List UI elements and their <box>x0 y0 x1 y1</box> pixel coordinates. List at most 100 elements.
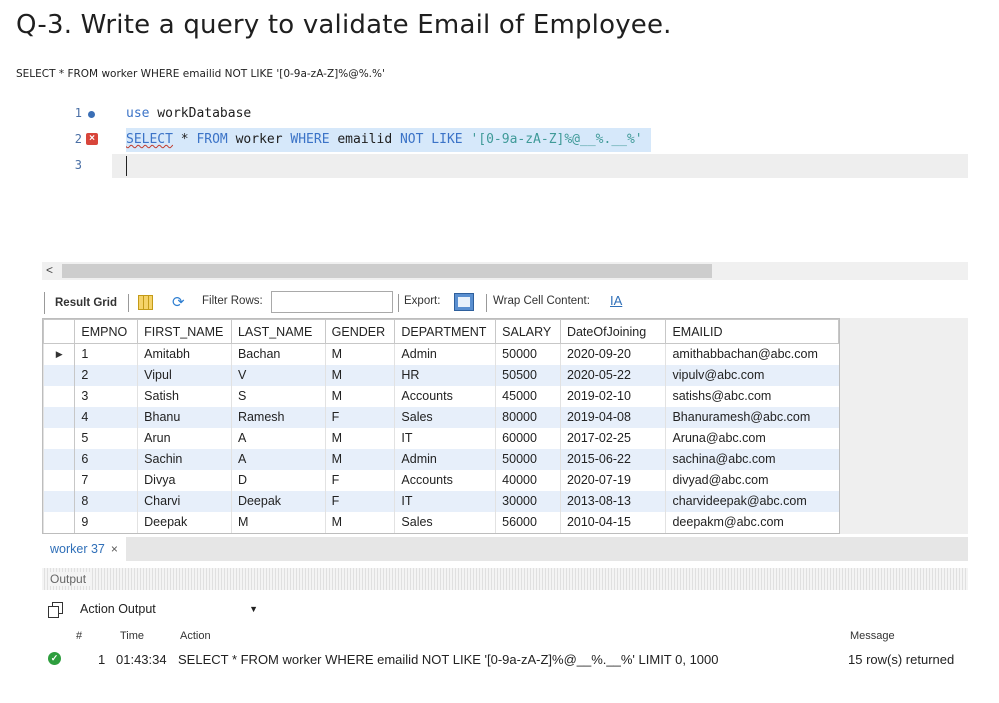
table-cell[interactable]: 2013-08-13 <box>559 490 666 512</box>
table-cell[interactable]: S <box>230 385 326 407</box>
table-cell[interactable]: 2017-02-25 <box>559 427 666 449</box>
column-header[interactable]: DEPARTMENT <box>394 319 497 344</box>
table-cell[interactable]: IT <box>394 427 496 449</box>
table-cell[interactable]: Divya <box>137 469 232 491</box>
table-cell[interactable]: Sales <box>394 406 496 428</box>
row-indicator[interactable]: ▶ <box>43 343 76 365</box>
table-row[interactable]: 7 Divya D F Accounts 40000 2020-07-19 divyad@ab… <box>43 469 839 491</box>
action-output-select[interactable]: Action Output ▼ <box>76 598 258 620</box>
table-cell[interactable]: Satish <box>137 385 232 407</box>
table-cell[interactable]: divyad@abc.com <box>665 469 839 491</box>
wrap-text-icon[interactable]: IA <box>610 293 622 308</box>
editor-horizontal-scrollbar[interactable]: < <box>42 262 968 280</box>
row-indicator[interactable] <box>43 469 76 491</box>
table-cell[interactable]: 2020-07-19 <box>559 469 666 491</box>
table-cell[interactable]: 30000 <box>495 490 561 512</box>
close-icon[interactable]: × <box>111 542 118 556</box>
column-header[interactable]: SALARY <box>495 319 561 344</box>
table-cell[interactable]: satishs@abc.com <box>665 385 839 407</box>
result-grid-tab[interactable]: Result Grid <box>44 292 127 314</box>
column-header[interactable]: EMPNO <box>74 319 139 344</box>
table-cell[interactable]: Sales <box>394 511 496 533</box>
table-cell[interactable]: 2015-06-22 <box>559 448 666 470</box>
table-cell[interactable]: 50000 <box>495 448 561 470</box>
table-row[interactable]: 2 Vipul V M HR 50500 2020-05-22 vipulv@abc.com <box>43 364 839 386</box>
table-cell[interactable]: Bachan <box>230 343 326 365</box>
table-cell[interactable]: Accounts <box>394 469 496 491</box>
table-cell[interactable]: 50500 <box>495 364 561 386</box>
row-indicator[interactable] <box>43 364 76 386</box>
scrollbar-thumb[interactable] <box>62 264 712 278</box>
table-cell[interactable]: M <box>230 511 326 533</box>
table-cell[interactable]: F <box>324 490 395 512</box>
table-cell[interactable]: vipulv@abc.com <box>665 364 839 386</box>
table-cell[interactable]: 60000 <box>495 427 561 449</box>
table-cell[interactable]: M <box>324 448 395 470</box>
code-line-2[interactable]: SELECT * FROM worker WHERE emailid NOT L… <box>126 128 651 152</box>
table-cell[interactable]: 8 <box>74 490 138 512</box>
table-cell[interactable]: Arun <box>137 427 232 449</box>
table-cell[interactable]: Bhanuramesh@abc.com <box>665 406 839 428</box>
table-cell[interactable]: amithabbachan@abc.com <box>665 343 839 365</box>
table-cell[interactable]: M <box>324 427 395 449</box>
table-cell[interactable]: Accounts <box>394 385 496 407</box>
table-cell[interactable]: D <box>230 469 326 491</box>
table-cell[interactable]: F <box>324 406 395 428</box>
table-cell[interactable]: Charvi <box>137 490 232 512</box>
table-row[interactable]: 8 Charvi Deepak F IT 30000 2013-08-13 charvidee… <box>43 490 839 512</box>
row-indicator[interactable] <box>43 448 76 470</box>
table-cell[interactable]: 2020-09-20 <box>559 343 666 365</box>
table-cell[interactable]: deepakm@abc.com <box>665 511 839 533</box>
row-indicator[interactable] <box>43 511 76 533</box>
refresh-icon[interactable]: ⟳ <box>172 293 185 311</box>
table-cell[interactable]: 56000 <box>495 511 561 533</box>
table-cell[interactable]: M <box>324 343 395 365</box>
table-cell[interactable]: A <box>230 448 326 470</box>
export-icon[interactable] <box>454 293 474 311</box>
grid-view-icon[interactable] <box>138 295 153 310</box>
table-cell[interactable]: 3 <box>74 385 138 407</box>
table-cell[interactable]: sachina@abc.com <box>665 448 839 470</box>
column-header[interactable]: FIRST_NAME <box>137 319 232 344</box>
table-cell[interactable]: 5 <box>74 427 138 449</box>
table-row[interactable]: 5 Arun A M IT 60000 2017-02-25 Aruna@abc.com <box>43 427 839 449</box>
table-cell[interactable]: Deepak <box>137 511 232 533</box>
table-cell[interactable]: 80000 <box>495 406 561 428</box>
column-header[interactable]: LAST_NAME <box>230 319 326 344</box>
table-cell[interactable]: Admin <box>394 343 496 365</box>
scroll-left-icon[interactable]: < <box>46 263 53 277</box>
table-cell[interactable]: V <box>230 364 326 386</box>
table-cell[interactable]: 2020-05-22 <box>559 364 666 386</box>
table-cell[interactable]: Vipul <box>137 364 232 386</box>
row-indicator[interactable] <box>43 406 76 428</box>
table-cell[interactable]: 50000 <box>495 343 561 365</box>
table-cell[interactable]: M <box>324 385 395 407</box>
table-cell[interactable]: Sachin <box>137 448 232 470</box>
error-marker-icon[interactable]: × <box>86 133 98 145</box>
table-cell[interactable]: Bhanu <box>137 406 232 428</box>
table-cell[interactable]: IT <box>394 490 496 512</box>
table-cell[interactable]: Ramesh <box>230 406 326 428</box>
filter-rows-input[interactable] <box>271 291 393 313</box>
table-row[interactable]: 3 Satish S M Accounts 45000 2019-02-10 satishs@… <box>43 385 839 407</box>
table-row[interactable]: ▶ 1 Amitabh Bachan M Admin 50000 2020-09-20 amit… <box>43 343 839 365</box>
column-header[interactable]: DateOfJoining <box>559 319 667 344</box>
table-cell[interactable]: 1 <box>74 343 138 365</box>
tab-worker-37[interactable]: worker 37 × <box>42 537 126 561</box>
column-header[interactable]: EMAILID <box>665 319 839 344</box>
table-cell[interactable]: 9 <box>74 511 138 533</box>
table-cell[interactable]: Aruna@abc.com <box>665 427 839 449</box>
row-indicator[interactable] <box>43 385 76 407</box>
table-cell[interactable]: 6 <box>74 448 138 470</box>
sql-editor[interactable]: 1 2 × 3 use workDatabase SELECT * FROM w… <box>42 100 968 262</box>
table-cell[interactable]: 2 <box>74 364 138 386</box>
result-grid[interactable]: EMPNO FIRST_NAME LAST_NAME GENDER DEPARTMENT… <box>42 318 840 534</box>
row-indicator[interactable] <box>43 427 76 449</box>
table-cell[interactable]: Deepak <box>230 490 326 512</box>
table-row[interactable]: 6 Sachin A M Admin 50000 2015-06-22 sachina@abc… <box>43 448 839 470</box>
table-cell[interactable]: 7 <box>74 469 138 491</box>
table-row[interactable]: 4 Bhanu Ramesh F Sales 80000 2019-04-08 Bhanura… <box>43 406 839 428</box>
table-cell[interactable]: 4 <box>74 406 138 428</box>
column-header[interactable]: GENDER <box>324 319 396 344</box>
output-log-row[interactable]: ✓ 1 01:43:34 SELECT * FROM worker WHERE … <box>42 648 968 672</box>
